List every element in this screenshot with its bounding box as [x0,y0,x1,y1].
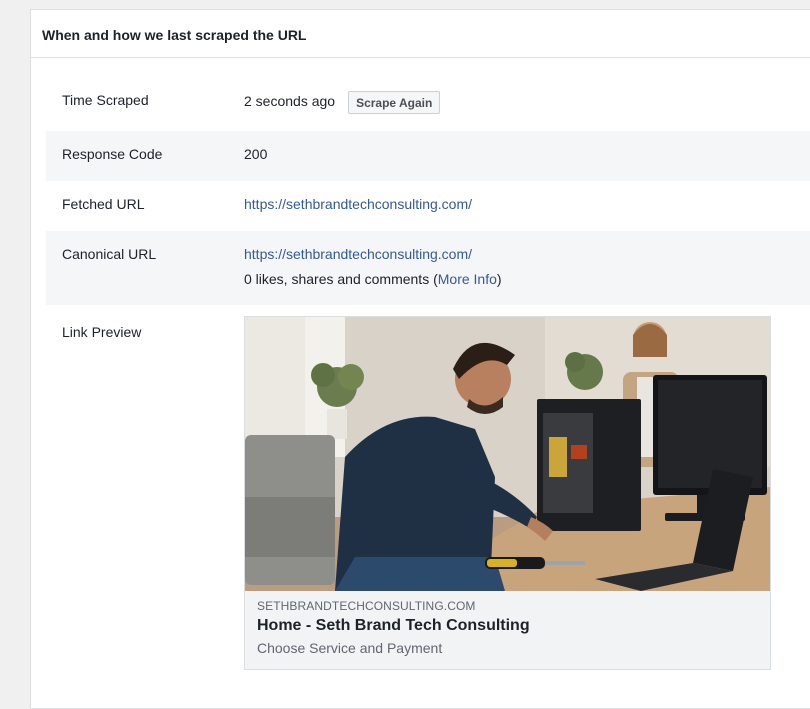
response-code-value: 200 [244,146,268,162]
time-scraped-value-cell: 2 seconds ago Scrape Again [244,91,810,131]
fetched-url-row: Fetched URL https://sethbrandtechconsult… [46,181,810,231]
preview-description: Choose Service and Payment [257,640,443,656]
preview-domain: SETHBRANDTECHCONSULTING.COM [257,599,476,613]
scrape-details-table: Time Scraped 2 seconds ago Scrape Again … [46,69,810,695]
more-info-link[interactable]: More Info [438,271,497,287]
engagement-close-paren: ) [496,271,502,287]
canonical-url-link[interactable]: https://sethbrandtechconsulting.com/ [244,246,472,262]
time-scraped-value: 2 seconds ago [244,93,336,109]
time-scraped-label: Time Scraped [62,92,149,108]
canonical-url-row: Canonical URL https://sethbrandtechconsu… [46,231,810,305]
time-scraped-row: Time Scraped 2 seconds ago Scrape Again [46,69,810,131]
preview-title: Home - Seth Brand Tech Consulting [257,617,530,634]
fetched-url-link[interactable]: https://sethbrandtechconsulting.com/ [244,196,472,212]
response-code-row: Response Code 200 [46,131,810,181]
link-preview-label: Link Preview [62,324,142,340]
canonical-url-label: Canonical URL [62,246,157,262]
engagement-count: 0 likes, shares and comments ( [244,271,438,287]
scrape-again-button[interactable]: Scrape Again [348,91,441,114]
panel-title: When and how we last scraped the URL [31,10,810,58]
preview-image [245,317,770,591]
scrape-info-panel: When and how we last scraped the URL Tim… [30,9,810,709]
fetched-url-label: Fetched URL [62,196,145,212]
engagement-text: 0 likes, shares and comments (More Info) [244,271,810,287]
link-preview-row: Link Preview SETHBRANDTECHCONSULTING.COM… [46,305,810,695]
link-preview-card[interactable]: SETHBRANDTECHCONSULTING.COM Home - Seth … [244,316,771,670]
response-code-label: Response Code [62,146,163,162]
